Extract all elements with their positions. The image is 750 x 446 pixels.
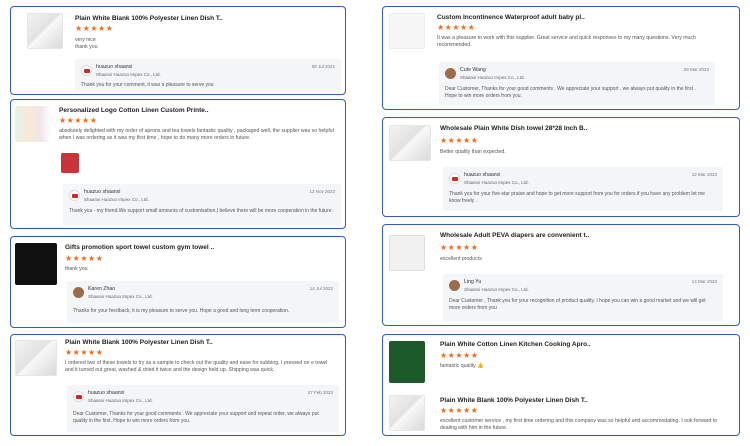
review-text: excellent products — [440, 256, 482, 262]
product-title[interactable]: Plain White Blank 100% Polyester Linen D… — [75, 15, 223, 22]
seller-name: huazuo shaanxi — [96, 64, 133, 70]
product-title[interactable]: Plain White Cotton Linen Kitchen Cooking… — [440, 341, 591, 348]
rating-stars: ★★★★★ — [65, 348, 104, 357]
reply-date: 14 Mar 2023 — [691, 279, 717, 284]
product-title[interactable]: Wholesale Plain White Dish towel 28*28 I… — [440, 125, 587, 132]
review-text: Better quality than expected. — [440, 149, 506, 155]
product-title[interactable]: Plain White Blank 100% Polyester Linen D… — [440, 397, 588, 404]
reply-date: 13 Nov 2022 — [309, 189, 335, 194]
product-thumbnail[interactable] — [15, 340, 57, 376]
product-thumbnail[interactable] — [389, 13, 425, 49]
seller-reply: Karen Zhao Shaanxi Huazuo Impex Co., Ltd… — [67, 281, 339, 323]
review-card: Plain White Blank 100% Polyester Linen D… — [10, 334, 346, 436]
review-card: Wholesale Plain White Dish towel 28*28 I… — [382, 117, 740, 217]
reply-date: 14 Jul 2022 — [309, 286, 333, 291]
seller-company: Shaanxi Huazuo Impex Co., Ltd. — [460, 75, 525, 80]
seller-avatar — [81, 65, 92, 76]
review-text: I ordered two of these towels to try as … — [65, 360, 328, 373]
reply-text: Thanks for your feedback, it is my pleas… — [73, 308, 290, 314]
product-thumbnail[interactable] — [389, 341, 425, 383]
review-card: Plain White Blank 100% Polyester Linen D… — [10, 6, 346, 95]
seller-name: huazuo shaanxi — [464, 172, 501, 178]
review-text: very nice thank you — [75, 37, 98, 50]
reply-date: 12 Mar 2023 — [691, 172, 717, 177]
reply-text: Dear Customer, Thanks for your good comm… — [445, 86, 696, 99]
review-photo[interactable] — [61, 153, 79, 173]
rating-stars: ★★★★★ — [440, 406, 479, 415]
reply-text: Dear Customer , Thank you for your recog… — [449, 298, 706, 311]
product-title[interactable]: Gifts promotion sport towel custom gym t… — [65, 244, 214, 251]
product-thumbnail[interactable] — [15, 106, 51, 142]
seller-company: Shaanxi Huazuo Impex Co., Ltd. — [88, 398, 153, 403]
product-title[interactable]: Wholesale Adult PEVA diapers are conveni… — [440, 232, 589, 239]
product-thumbnail[interactable] — [389, 235, 425, 271]
review-card: Wholesale Adult PEVA diapers are conveni… — [382, 224, 740, 326]
seller-company: Shaanxi Huazuo Impex Co., Ltd. — [464, 287, 529, 292]
seller-avatar — [449, 173, 460, 184]
rating-stars: ★★★★★ — [65, 254, 104, 263]
seller-reply: huazuo shaanxi Shaanxi Huazuo Impex Co.,… — [443, 167, 723, 211]
seller-avatar — [449, 280, 460, 291]
review-card: Personalized Logo Cotton Linen Custom Pr… — [10, 99, 346, 229]
rating-stars: ★★★★★ — [440, 351, 479, 360]
product-title[interactable]: Personalized Logo Cotton Linen Custom Pr… — [59, 107, 209, 114]
product-title[interactable]: Plain White Blank 100% Polyester Linen D… — [65, 339, 213, 346]
review-card: Custom Incontinence Waterproof adult bab… — [382, 6, 740, 110]
seller-company: Shaanxi Huazuo Impex Co., Ltd. — [96, 72, 161, 77]
reply-text: Thank you for your five-star praise and … — [449, 191, 705, 204]
seller-reply: huazuo shaanxi Shaanxi Huazuo Impex Co.,… — [63, 184, 341, 225]
rating-stars: ★★★★★ — [437, 23, 476, 32]
seller-reply: huazuo shaanxi Shaanxi Huazuo Impex Co.,… — [67, 385, 339, 432]
rating-stars: ★★★★★ — [59, 116, 98, 125]
product-title[interactable]: Custom Incontinence Waterproof adult bab… — [437, 14, 585, 21]
seller-name: Cute Wang — [460, 67, 486, 73]
seller-company: Shaanxi Huazuo Impex Co., Ltd. — [84, 197, 149, 202]
review-card: Plain White Cotton Linen Kitchen Cooking… — [382, 334, 740, 436]
review-text: thank you — [65, 266, 88, 272]
rating-stars: ★★★★★ — [440, 136, 479, 145]
seller-name: huazuo shaanxi — [84, 189, 121, 195]
rating-stars: ★★★★★ — [440, 243, 479, 252]
reply-date: 09 Mar 2023 — [683, 67, 709, 72]
seller-name: Karen Zhao — [88, 286, 116, 292]
reply-date: 27 Feb 2023 — [307, 390, 333, 395]
seller-company: Shaanxi Huazuo Impex Co., Ltd. — [464, 180, 529, 185]
reply-text: Thank you - my friend.We support small a… — [69, 208, 333, 214]
seller-reply: Ling Yu Shaanxi Huazuo Impex Co., Ltd. 1… — [443, 274, 723, 321]
product-thumbnail[interactable] — [389, 125, 431, 161]
seller-company: Shaanxi Huazuo Impex Co., Ltd. — [88, 294, 153, 299]
seller-avatar — [73, 287, 84, 298]
seller-avatar — [445, 68, 456, 79]
seller-reply: Cute Wang Shaanxi Huazuo Impex Co., Ltd.… — [439, 62, 715, 105]
seller-reply: huazuo shaanxi Shaanxi Huazuo Impex Co.,… — [75, 59, 341, 91]
seller-avatar — [73, 391, 84, 402]
seller-name: huazuo shaanxi — [88, 390, 125, 396]
reply-text: Dear Customer, Thanks for your good comm… — [73, 411, 319, 424]
review-text: It was a pleasure to work with this supp… — [437, 35, 696, 48]
reply-date: 08 Jul 2022 — [311, 64, 335, 69]
product-thumbnail[interactable] — [27, 13, 63, 49]
review-text: fantastic quality 👍 — [440, 363, 484, 369]
review-text: excellent customer service , my first ti… — [440, 418, 718, 431]
product-thumbnail[interactable] — [389, 395, 425, 431]
product-thumbnail[interactable] — [15, 243, 57, 285]
review-text: absolutely delighted with my order of ap… — [59, 128, 334, 141]
seller-name: Ling Yu — [464, 279, 482, 285]
seller-avatar — [69, 190, 80, 201]
review-card: Gifts promotion sport towel custom gym t… — [10, 236, 346, 328]
rating-stars: ★★★★★ — [75, 24, 114, 33]
reply-text: Thank you for your comment, it was a ple… — [81, 82, 214, 88]
